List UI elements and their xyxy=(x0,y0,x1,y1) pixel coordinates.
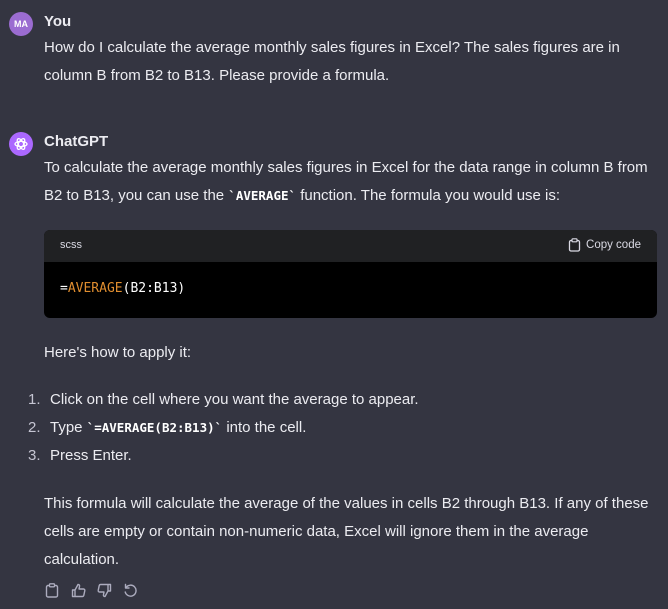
step-number: 2. xyxy=(28,419,41,436)
user-avatar-initials: MA xyxy=(14,19,28,29)
code-block-header: scss Copy code xyxy=(44,230,657,262)
list-item: 1. Click on the cell where you want the … xyxy=(0,386,668,414)
code-content: =AVERAGE(B2:B13) xyxy=(60,281,185,296)
step-text-after: into the cell. xyxy=(222,419,307,436)
step-text-before: Type xyxy=(50,419,87,436)
user-avatar: MA xyxy=(9,12,33,36)
list-item: 2. Type `=AVERAGE(B2:B13)` into the cell… xyxy=(0,414,668,442)
thumbs-up-icon[interactable] xyxy=(70,582,86,598)
chatgpt-logo-icon xyxy=(9,132,33,156)
steps-list: 1. Click on the cell where you want the … xyxy=(0,386,668,470)
assistant-author-name: ChatGPT xyxy=(44,133,109,150)
code-function-name: AVERAGE xyxy=(67,281,123,296)
code-prefix: = xyxy=(60,281,68,296)
code-language-label: scss xyxy=(60,239,82,251)
code-block: scss Copy code =AVERAGE(B2:B13) xyxy=(44,230,657,318)
step-number: 1. xyxy=(28,391,41,408)
copy-code-label: Copy code xyxy=(586,239,641,251)
step-text: Press Enter. xyxy=(50,447,132,464)
inline-code-formula: `=AVERAGE(B2:B13)` xyxy=(86,420,223,435)
closing-text: This formula will calculate the average … xyxy=(44,495,649,568)
user-author-name: You xyxy=(44,13,72,30)
clipboard-icon[interactable] xyxy=(44,582,60,598)
thumbs-down-icon[interactable] xyxy=(96,582,112,598)
inline-code-average: `AVERAGE` xyxy=(228,188,297,203)
assistant-intro-text: To calculate the average monthly sales f… xyxy=(44,154,656,210)
copy-code-button[interactable]: Copy code xyxy=(568,238,641,252)
regenerate-icon[interactable] xyxy=(122,582,138,598)
step-text: Type `=AVERAGE(B2:B13)` into the cell. xyxy=(50,414,306,442)
step-number: 3. xyxy=(28,447,41,464)
code-args: (B2:B13) xyxy=(122,281,186,296)
message-actions xyxy=(44,582,138,598)
apply-heading: Here's how to apply it: xyxy=(44,344,192,361)
user-message-text: How do I calculate the average monthly s… xyxy=(44,39,620,84)
clipboard-icon xyxy=(568,238,581,252)
step-text: Click on the cell where you want the ave… xyxy=(50,391,419,408)
intro-text-after: function. The formula you would use is: xyxy=(296,187,561,204)
list-item: 3. Press Enter. xyxy=(0,442,668,470)
